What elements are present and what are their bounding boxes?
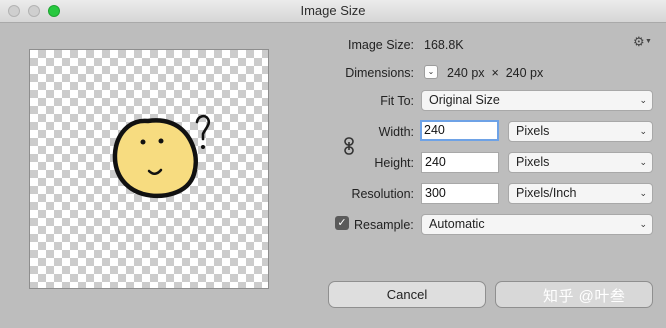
link-icon[interactable] bbox=[343, 137, 355, 155]
fit-to-select[interactable]: Original Size ⌄ bbox=[421, 90, 653, 111]
cancel-button[interactable]: Cancel bbox=[328, 281, 486, 308]
height-unit-select[interactable]: Pixels ⌄ bbox=[508, 152, 653, 173]
resample-checkbox[interactable]: ✓ bbox=[335, 216, 349, 230]
image-preview bbox=[29, 49, 269, 289]
image-size-label: Image Size: bbox=[347, 38, 414, 52]
window-title: Image Size bbox=[300, 3, 366, 18]
chevron-down-icon: ⌄ bbox=[639, 157, 647, 167]
image-size-value: 168.8K bbox=[424, 38, 464, 52]
resample-value: Automatic bbox=[429, 217, 485, 231]
chevron-down-icon: ⌄ bbox=[639, 219, 647, 229]
dimensions-label: Dimensions: bbox=[345, 66, 414, 80]
chevron-down-icon: ⌄ bbox=[639, 188, 647, 198]
height-input[interactable]: 240 bbox=[421, 152, 499, 173]
height-unit-value: Pixels bbox=[516, 155, 550, 169]
title-bar: Image Size bbox=[0, 0, 666, 23]
chevron-down-icon[interactable]: ⌄ bbox=[424, 65, 438, 79]
resolution-unit-select[interactable]: Pixels/Inch ⌄ bbox=[508, 183, 653, 204]
resolution-label: Resolution: bbox=[351, 187, 414, 201]
width-input[interactable]: 240 bbox=[420, 120, 499, 141]
chevron-down-icon: ⌄ bbox=[639, 95, 647, 105]
fit-to-label: Fit To: bbox=[380, 94, 414, 108]
settings-caret-icon[interactable]: ▼ bbox=[645, 38, 652, 45]
resample-label: Resample: bbox=[354, 218, 414, 232]
fit-to-value: Original Size bbox=[429, 93, 500, 107]
width-unit-select[interactable]: Pixels ⌄ bbox=[508, 121, 653, 142]
resolution-input[interactable]: 300 bbox=[421, 183, 499, 204]
width-unit-value: Pixels bbox=[516, 124, 550, 138]
dimensions-value: 240 px × 240 px bbox=[447, 66, 544, 80]
gear-icon[interactable]: ⚙ bbox=[633, 34, 645, 50]
checkmark-icon: ✓ bbox=[337, 217, 347, 229]
height-label: Height: bbox=[374, 156, 414, 170]
resolution-unit-value: Pixels/Inch bbox=[516, 186, 577, 200]
doodle-face-image bbox=[112, 114, 211, 199]
watermark-text: 知乎 @叶叁 bbox=[543, 288, 626, 305]
chevron-down-icon: ⌄ bbox=[639, 126, 647, 136]
resample-select[interactable]: Automatic ⌄ bbox=[421, 214, 653, 235]
